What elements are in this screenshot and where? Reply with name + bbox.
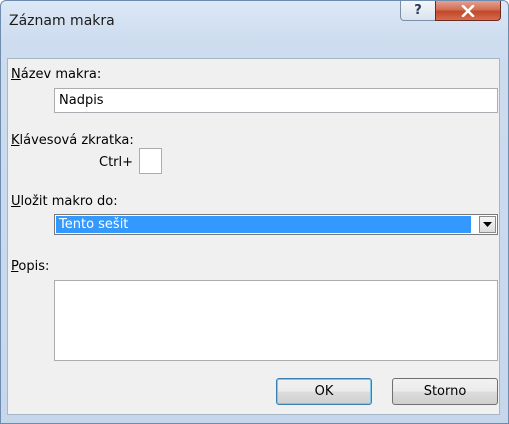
cancel-button[interactable]: Storno (392, 378, 498, 405)
close-button[interactable] (435, 1, 501, 21)
help-icon: ? (414, 3, 422, 18)
chevron-down-icon (483, 221, 492, 227)
shortcut-ctrl-prefix: Ctrl+ (99, 155, 134, 170)
store-in-dropdown-button[interactable] (479, 216, 496, 233)
macro-name-label: Název makra: (11, 67, 102, 82)
dialog-body: Název makra: Nadpis Klávesová zkratka: C… (7, 58, 500, 415)
description-label: Popis: (11, 259, 50, 274)
dialog-title: Záznam makra (9, 13, 115, 29)
title-bar[interactable]: Záznam makra ? (1, 1, 508, 41)
shortcut-key-input[interactable] (139, 148, 162, 174)
store-in-selected-text: Tento sešit (59, 217, 129, 232)
close-icon (461, 4, 475, 17)
help-button[interactable]: ? (400, 1, 436, 21)
ok-button[interactable]: OK (276, 378, 372, 405)
shortcut-label: Klávesová zkratka: (11, 133, 134, 148)
macro-name-input[interactable]: Nadpis (54, 88, 498, 113)
store-in-label: Uložit makro do: (11, 194, 118, 209)
description-textarea[interactable] (54, 280, 498, 361)
macro-name-value: Nadpis (59, 93, 104, 108)
store-in-selected: Tento sešit (56, 216, 471, 233)
store-in-select[interactable]: Tento sešit (54, 214, 498, 235)
